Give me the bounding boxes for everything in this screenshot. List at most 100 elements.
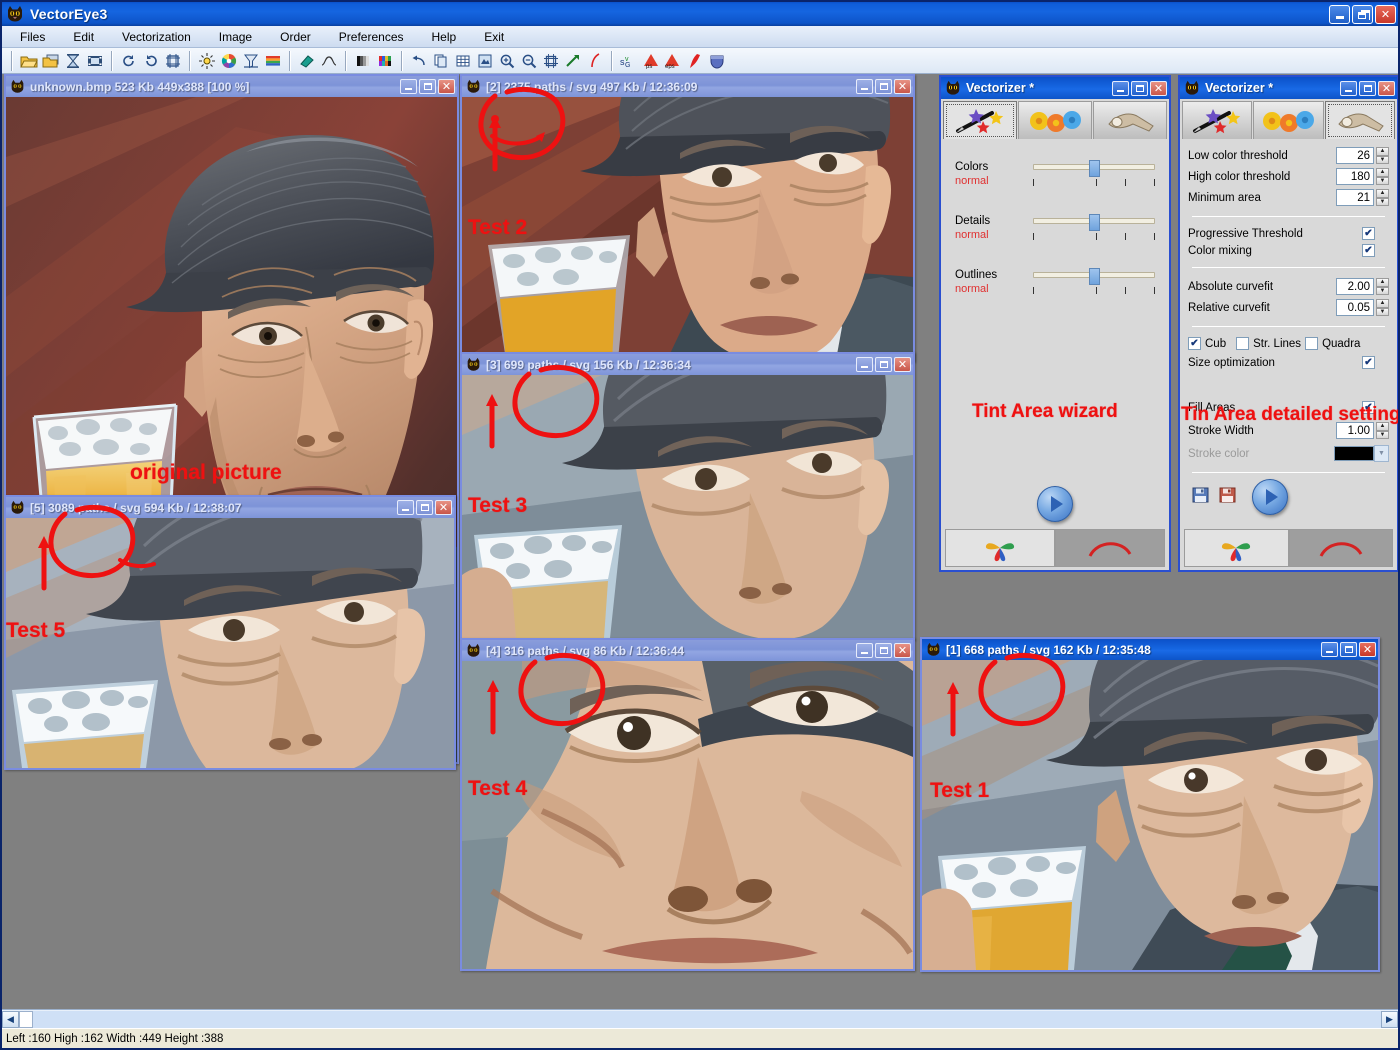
panel-titlebar[interactable]: Vectorizer * ✕ bbox=[941, 77, 1169, 99]
window-titlebar[interactable]: [2] 2375 paths / svg 497 Kb / 12:36:09 ✕ bbox=[462, 76, 913, 97]
low-threshold-spinner[interactable]: ▲▼ bbox=[1376, 147, 1389, 164]
menu-files[interactable]: Files bbox=[6, 28, 59, 46]
scroll-thumb[interactable] bbox=[19, 1011, 33, 1028]
zoom-out-icon[interactable] bbox=[518, 50, 540, 72]
image-canvas[interactable] bbox=[6, 518, 454, 768]
crop-grid-icon[interactable] bbox=[162, 50, 184, 72]
progressive-threshold-checkbox[interactable] bbox=[1362, 227, 1375, 240]
tools-tab[interactable] bbox=[1093, 101, 1167, 139]
maximize-button[interactable] bbox=[419, 79, 436, 94]
slider-details-thumb[interactable] bbox=[1089, 214, 1100, 231]
duplicate-icon[interactable] bbox=[474, 50, 496, 72]
lightning-icon[interactable] bbox=[684, 50, 706, 72]
image-window-test3[interactable]: [3] 699 paths / svg 156 Kb / 12:36:34 ✕ bbox=[460, 352, 915, 640]
scroll-right-button[interactable]: ▶ bbox=[1381, 1011, 1398, 1028]
cub-checkbox[interactable] bbox=[1188, 337, 1201, 350]
palette-icon[interactable] bbox=[374, 50, 396, 72]
pen-icon[interactable] bbox=[584, 50, 606, 72]
undo-icon[interactable] bbox=[408, 50, 430, 72]
minimize-button[interactable] bbox=[1321, 642, 1338, 657]
fill-areas-checkbox[interactable] bbox=[1362, 401, 1375, 414]
stroke-width-input[interactable]: 1.00 bbox=[1336, 422, 1374, 439]
vectorizer-settings-panel[interactable]: Vectorizer * ✕ bbox=[1178, 75, 1398, 572]
eraser-icon[interactable] bbox=[296, 50, 318, 72]
image-canvas[interactable] bbox=[462, 375, 913, 638]
stroke-width-spinner[interactable]: ▲▼ bbox=[1376, 422, 1389, 439]
copy-icon[interactable] bbox=[430, 50, 452, 72]
high-threshold-spinner[interactable]: ▲▼ bbox=[1376, 168, 1389, 185]
close-button[interactable]: ✕ bbox=[1359, 642, 1376, 657]
color-palette-button[interactable] bbox=[945, 529, 1055, 567]
straight-lines-checkbox[interactable] bbox=[1236, 337, 1249, 350]
brightness-icon[interactable] bbox=[196, 50, 218, 72]
run-vectorize-button[interactable] bbox=[1037, 486, 1073, 522]
restore-button[interactable] bbox=[1352, 5, 1373, 24]
size-optimization-checkbox[interactable] bbox=[1362, 356, 1375, 369]
close-button[interactable]: ✕ bbox=[894, 357, 911, 372]
low-threshold-input[interactable]: 26 bbox=[1336, 147, 1374, 164]
scroll-track[interactable] bbox=[33, 1011, 1381, 1028]
horizontal-scrollbar[interactable]: ◀ ▶ bbox=[2, 1009, 1398, 1028]
export-svg-icon[interactable]: svG bbox=[618, 50, 640, 72]
maximize-button[interactable] bbox=[875, 357, 892, 372]
tools-tab[interactable] bbox=[1325, 101, 1395, 139]
minimize-button[interactable] bbox=[1112, 81, 1129, 96]
open-file-icon[interactable] bbox=[18, 50, 40, 72]
window-titlebar[interactable]: [5] 3089 paths / svg 594 Kb / 12:38:07 ✕ bbox=[6, 497, 454, 518]
minimize-button[interactable] bbox=[856, 79, 873, 94]
menu-help[interactable]: Help bbox=[418, 28, 471, 46]
menu-exit[interactable]: Exit bbox=[470, 28, 518, 46]
levels-icon[interactable] bbox=[240, 50, 262, 72]
minimize-button[interactable] bbox=[856, 357, 873, 372]
wizard-tab[interactable] bbox=[943, 101, 1017, 139]
open-recent-icon[interactable] bbox=[40, 50, 62, 72]
image-window-test2[interactable]: [2] 2375 paths / svg 497 Kb / 12:36:09 ✕ bbox=[460, 74, 915, 362]
export-ps-icon[interactable]: ps bbox=[640, 50, 662, 72]
close-button[interactable]: ✕ bbox=[894, 643, 911, 658]
window-titlebar[interactable]: [4] 316 paths / svg 86 Kb / 12:36:44 ✕ bbox=[462, 640, 913, 661]
close-button[interactable]: ✕ bbox=[438, 79, 455, 94]
curve-button[interactable] bbox=[1289, 529, 1394, 567]
close-button[interactable]: ✕ bbox=[1150, 81, 1167, 96]
absolute-curvefit-spinner[interactable]: ▲▼ bbox=[1376, 278, 1389, 295]
fit-icon[interactable] bbox=[540, 50, 562, 72]
absolute-curvefit-input[interactable]: 2.00 bbox=[1336, 278, 1374, 295]
filmstrip-icon[interactable] bbox=[84, 50, 106, 72]
gradient-icon[interactable] bbox=[262, 50, 284, 72]
rotate-right-icon[interactable] bbox=[140, 50, 162, 72]
chevron-down-icon[interactable]: ▼ bbox=[1374, 445, 1389, 462]
window-titlebar[interactable]: [1] 668 paths / svg 162 Kb / 12:35:48 ✕ bbox=[922, 639, 1378, 660]
maximize-button[interactable] bbox=[1340, 642, 1357, 657]
rotate-left-icon[interactable] bbox=[118, 50, 140, 72]
slider-colors-thumb[interactable] bbox=[1089, 160, 1100, 177]
load-settings-button[interactable] bbox=[1219, 487, 1236, 508]
colors-tab[interactable] bbox=[1253, 101, 1323, 139]
minimize-button[interactable] bbox=[856, 643, 873, 658]
image-canvas[interactable] bbox=[922, 660, 1378, 970]
menu-vectorization[interactable]: Vectorization bbox=[108, 28, 205, 46]
menu-edit[interactable]: Edit bbox=[59, 28, 108, 46]
vector-tool-icon[interactable] bbox=[562, 50, 584, 72]
color-mixing-checkbox[interactable] bbox=[1362, 244, 1375, 257]
zoom-in-icon[interactable] bbox=[496, 50, 518, 72]
run-vectorize-button[interactable] bbox=[1252, 479, 1288, 515]
image-canvas[interactable] bbox=[462, 97, 913, 360]
close-button[interactable]: ✕ bbox=[1375, 5, 1396, 24]
window-titlebar[interactable]: unknown.bmp 523 Kb 449x388 [100 %] ✕ bbox=[6, 76, 457, 97]
maximize-button[interactable] bbox=[875, 643, 892, 658]
maximize-button[interactable] bbox=[416, 500, 433, 515]
minimize-button[interactable] bbox=[397, 500, 414, 515]
slider-colors-track[interactable] bbox=[1033, 164, 1155, 170]
grid-icon[interactable] bbox=[452, 50, 474, 72]
quadra-checkbox[interactable] bbox=[1305, 337, 1318, 350]
minimum-area-spinner[interactable]: ▲▼ bbox=[1376, 189, 1389, 206]
minimize-button[interactable] bbox=[1329, 5, 1350, 24]
high-threshold-input[interactable]: 180 bbox=[1336, 168, 1374, 185]
shield-icon[interactable] bbox=[706, 50, 728, 72]
save-settings-button[interactable] bbox=[1192, 487, 1209, 508]
batch-icon[interactable] bbox=[62, 50, 84, 72]
minimize-button[interactable] bbox=[1340, 81, 1357, 96]
maximize-button[interactable] bbox=[1131, 81, 1148, 96]
menu-order[interactable]: Order bbox=[266, 28, 325, 46]
panel-titlebar[interactable]: Vectorizer * ✕ bbox=[1180, 77, 1397, 99]
